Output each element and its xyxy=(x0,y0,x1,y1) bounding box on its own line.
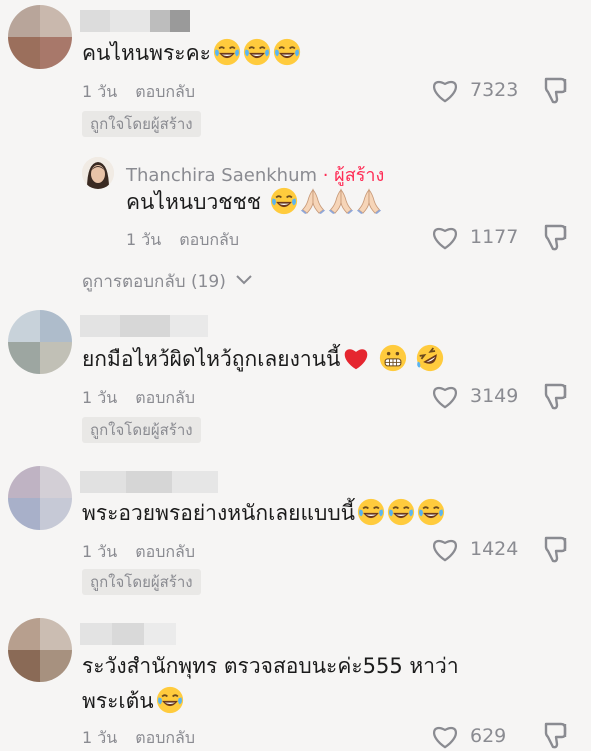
like-button[interactable]: 7323 xyxy=(430,76,518,104)
dislike-icon[interactable] xyxy=(540,381,570,411)
comment-meta: 1 วัน ตอบกลับ xyxy=(82,540,195,565)
red-heart-icon xyxy=(342,345,370,371)
face-tears-of-joy-icon xyxy=(243,38,271,66)
username-blurred[interactable] xyxy=(80,10,190,32)
reply-time: 1 วัน xyxy=(126,230,162,249)
liked-by-creator-badge: ถูกใจโดยผู้สร้าง xyxy=(82,111,201,137)
view-replies-button[interactable]: ดูการตอบกลับ (19) xyxy=(82,268,253,295)
face-tears-of-joy-icon xyxy=(273,38,301,66)
comment-time: 1 วัน xyxy=(82,542,118,561)
folded-hands-icon xyxy=(328,187,354,215)
heart-outline-icon[interactable] xyxy=(430,382,460,410)
reply-meta: 1 วัน ตอบกลับ xyxy=(126,228,239,253)
folded-hands-icon xyxy=(356,187,382,215)
comment-meta: 1 วัน ตอบกลับ xyxy=(82,726,195,751)
face-tears-of-joy-icon xyxy=(213,38,241,66)
rolling-laughing-icon xyxy=(416,344,444,372)
liked-by-creator-badge: ถูกใจโดยผู้สร้าง xyxy=(82,569,201,595)
username-blurred[interactable] xyxy=(80,471,218,493)
like-count: 629 xyxy=(470,725,507,747)
avatar[interactable] xyxy=(8,310,72,374)
comment-text: ยกมือไหว้ผิดไหว้ถูกเลยงานนี้ xyxy=(82,344,444,374)
reply-text: คนไหนบวชชช xyxy=(126,187,382,217)
dislike-icon[interactable] xyxy=(540,222,570,252)
face-tears-of-joy-icon xyxy=(270,187,298,215)
reply-button[interactable]: ตอบกลับ xyxy=(135,542,195,561)
chevron-down-icon xyxy=(236,275,252,285)
like-count: 1424 xyxy=(470,538,519,560)
like-button[interactable]: 1424 xyxy=(430,535,518,563)
comment-meta: 1 วัน ตอบกลับ xyxy=(82,386,195,411)
avatar[interactable] xyxy=(8,466,72,530)
face-tears-of-joy-icon xyxy=(417,498,445,526)
comment-time: 1 วัน xyxy=(82,388,118,407)
liked-by-creator-badge: ถูกใจโดยผู้สร้าง xyxy=(82,417,201,443)
dislike-icon[interactable] xyxy=(540,720,570,750)
heart-outline-icon[interactable] xyxy=(430,223,460,251)
comment-meta: 1 วัน ตอบกลับ xyxy=(82,80,195,105)
heart-outline-icon[interactable] xyxy=(430,535,460,563)
grimacing-face-icon xyxy=(379,344,407,372)
reply-button[interactable]: ตอบกลับ xyxy=(135,728,195,747)
creator-avatar[interactable] xyxy=(82,157,114,189)
face-tears-of-joy-icon xyxy=(156,686,184,714)
username-blurred[interactable] xyxy=(80,623,176,645)
comment-text-line-1: ระวังสำนักพุทร ตรวจสอบนะค่ะ555 หาว่า xyxy=(82,654,459,678)
creator-photo xyxy=(82,157,114,189)
like-count: 1177 xyxy=(470,226,519,248)
like-count: 3149 xyxy=(470,385,519,407)
comment-text: พระอวยพรอย่างหนักเลยแบบนี้ xyxy=(82,498,445,528)
reply-button[interactable]: ตอบกลับ xyxy=(135,82,195,101)
heart-outline-icon[interactable] xyxy=(430,76,460,104)
face-tears-of-joy-icon xyxy=(387,498,415,526)
reply-button[interactable]: ตอบกลับ xyxy=(135,388,195,407)
face-tears-of-joy-icon xyxy=(357,498,385,526)
comment-text-line-2: พระเต้น xyxy=(82,686,184,716)
like-button[interactable]: 3149 xyxy=(430,382,518,410)
avatar[interactable] xyxy=(8,5,72,69)
comment-time: 1 วัน xyxy=(82,728,118,747)
like-count: 7323 xyxy=(470,79,519,101)
dislike-icon[interactable] xyxy=(540,75,570,105)
creator-name[interactable]: Thanchira Saenkhum · ผู้สร้าง xyxy=(126,160,384,189)
reply-button[interactable]: ตอบกลับ xyxy=(179,230,239,249)
folded-hands-icon xyxy=(300,187,326,215)
username-blurred[interactable] xyxy=(80,315,208,337)
like-button[interactable]: 1177 xyxy=(430,223,518,251)
heart-outline-icon[interactable] xyxy=(430,722,460,750)
comment-time: 1 วัน xyxy=(82,82,118,101)
avatar[interactable] xyxy=(8,618,72,682)
dislike-icon[interactable] xyxy=(540,534,570,564)
like-button[interactable]: 629 xyxy=(430,722,506,750)
comment-text: คนไหนพระคะ xyxy=(82,38,301,68)
creator-tag: · ผู้สร้าง xyxy=(317,165,385,186)
